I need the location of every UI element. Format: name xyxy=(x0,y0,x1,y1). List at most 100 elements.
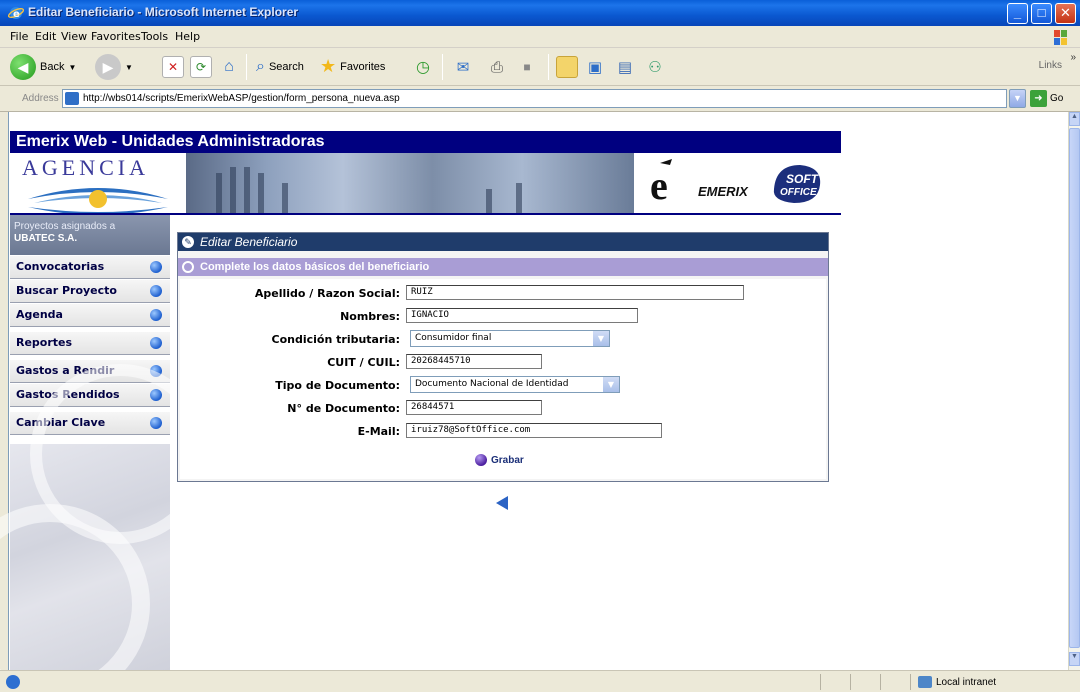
agencia-logo-text: AGENCIA xyxy=(22,155,149,180)
go-button[interactable]: ➜ Go xyxy=(1030,90,1063,107)
cuit-input[interactable]: 20268445710 xyxy=(406,354,542,369)
svg-text:e: e xyxy=(13,9,20,20)
menu-help[interactable]: Help xyxy=(175,30,200,43)
security-zone: Local intranet xyxy=(918,676,996,688)
panel-title: Editar Beneficiario xyxy=(200,235,298,249)
building-photo xyxy=(186,153,634,213)
svg-text:OFFICE: OFFICE xyxy=(780,187,817,198)
chevron-circle-icon xyxy=(150,261,162,273)
folder-icon[interactable] xyxy=(556,56,578,78)
chevron-right-icon[interactable]: » xyxy=(1070,52,1076,63)
zone-label: Local intranet xyxy=(936,676,997,688)
chevron-down-icon[interactable]: ▼ xyxy=(593,331,609,346)
email-row: E-Mail: xyxy=(180,423,400,441)
header-banner: AGENCIA e EMERIX SOFT OFFICE xyxy=(10,153,841,215)
menu-view[interactable]: View xyxy=(61,30,87,43)
project-company-label: UBATEC S.A. xyxy=(14,233,78,244)
menu-favorites[interactable]: Favorites xyxy=(91,30,141,43)
emerix-logo-icon: e xyxy=(650,159,672,208)
condicion-row: Condición tributaria: xyxy=(180,331,400,349)
beneficiary-form: Apellido / Razon Social: RUIZ Nombres: I… xyxy=(180,279,826,479)
tipo-doc-value: Documento Nacional de Identidad xyxy=(415,379,569,389)
mail-icon[interactable]: ✉ xyxy=(452,56,474,78)
address-input[interactable]: http://wbs014/scripts/EmerixWebASP/gesti… xyxy=(62,89,1007,108)
browser-window: e Editar Beneficiario - Microsoft Intern… xyxy=(0,0,1080,692)
address-url: http://wbs014/scripts/EmerixWebASP/gesti… xyxy=(83,93,400,104)
history-icon[interactable]: ◷ xyxy=(412,56,434,78)
sidebar-project-header: Proyectos asignados a UBATEC S.A. xyxy=(10,215,170,255)
messenger-icon[interactable]: ▣ xyxy=(584,56,606,78)
tipo-doc-label: Tipo de Documento: xyxy=(275,379,400,392)
sidebar-item-label: Buscar Proyecto xyxy=(16,284,117,297)
back-label: Back xyxy=(40,61,65,73)
chevron-circle-icon xyxy=(150,337,162,349)
refresh-icon[interactable]: ⟳ xyxy=(190,56,212,78)
links-label[interactable]: Links xyxy=(1039,60,1062,71)
project-assigned-label: Proyectos asignados a xyxy=(14,221,116,232)
minimize-button[interactable]: _ xyxy=(1007,3,1028,24)
title-bar: e Editar Beneficiario - Microsoft Intern… xyxy=(0,0,1080,26)
agencia-sun-logo xyxy=(28,188,168,213)
intranet-icon xyxy=(918,676,932,688)
separator xyxy=(442,54,443,80)
svg-text:e: e xyxy=(650,163,668,208)
nombres-label: Nombres: xyxy=(340,310,400,323)
favorites-button[interactable]: ★ Favorites xyxy=(320,56,385,77)
sidebar-item-convocatorias[interactable]: Convocatorias xyxy=(10,255,170,279)
page-status-icon xyxy=(6,675,20,689)
edit-beneficiary-panel: ✎ Editar Beneficiario Complete los datos… xyxy=(177,232,829,482)
sidebar-item-buscar-proyecto[interactable]: Buscar Proyecto xyxy=(10,279,170,303)
back-button[interactable]: ◀ Back ▼ xyxy=(10,54,76,80)
sidebar-item-label: Convocatorias xyxy=(16,260,105,273)
window-title: Editar Beneficiario - Microsoft Internet… xyxy=(28,5,299,19)
edit-icon: ✎ xyxy=(182,236,194,248)
email-label: E-Mail: xyxy=(357,425,400,438)
cuit-label: CUIT / CUIL: xyxy=(327,356,400,369)
apellido-input[interactable]: RUIZ xyxy=(406,285,744,300)
stop-icon[interactable]: ✕ xyxy=(162,56,184,78)
scroll-down-icon[interactable]: ▼ xyxy=(1069,652,1080,666)
email-input[interactable]: iruiz78@SoftOffice.com xyxy=(406,423,662,438)
forward-button[interactable]: ▶ ▼ xyxy=(95,54,133,80)
search-label: Search xyxy=(268,61,304,73)
soft-office-logo: SOFT OFFICE xyxy=(773,165,821,203)
scroll-up-icon[interactable]: ▲ xyxy=(1069,112,1080,126)
home-icon[interactable]: ⌂ xyxy=(218,56,240,78)
search-button[interactable]: ⌕ Search xyxy=(256,58,304,76)
users-icon[interactable]: ⚇ xyxy=(644,56,666,78)
print-icon[interactable]: ⎙ xyxy=(486,56,508,78)
chevron-down-icon[interactable]: ▼ xyxy=(603,377,619,392)
menu-file[interactable]: File xyxy=(10,30,28,43)
condicion-select[interactable]: Consumidor final ▼ xyxy=(410,330,610,347)
forward-arrow-icon: ▶ xyxy=(95,54,121,80)
research-icon[interactable]: ▤ xyxy=(614,56,636,78)
close-button[interactable]: ✕ xyxy=(1055,3,1076,24)
sidebar-item-agenda[interactable]: Agenda xyxy=(10,303,170,327)
edit-icon[interactable]: ■ xyxy=(516,56,538,78)
menu-tools[interactable]: Tools xyxy=(141,30,168,43)
condicion-label: Condición tributaria: xyxy=(271,333,400,346)
separator xyxy=(910,674,911,690)
internet-explorer-icon: e xyxy=(8,7,24,20)
save-ball-icon xyxy=(475,454,487,466)
nombres-input[interactable]: IGNACIO xyxy=(406,308,638,323)
apellido-label: Apellido / Razon Social: xyxy=(254,287,400,300)
vertical-scrollbar[interactable]: ▲ ▼ xyxy=(1068,112,1080,670)
chevron-circle-icon xyxy=(150,285,162,297)
maximize-button[interactable]: □ xyxy=(1031,3,1052,24)
save-button[interactable]: Grabar xyxy=(475,454,524,466)
panel-header: ✎ Editar Beneficiario xyxy=(178,233,828,251)
chevron-circle-icon xyxy=(150,309,162,321)
scroll-thumb[interactable] xyxy=(1069,128,1080,648)
menu-edit[interactable]: Edit xyxy=(35,30,56,43)
nro-doc-input[interactable]: 26844571 xyxy=(406,400,542,415)
tipo-doc-select[interactable]: Documento Nacional de Identidad ▼ xyxy=(410,376,620,393)
back-arrow-icon[interactable] xyxy=(496,496,508,510)
separator xyxy=(820,674,821,690)
separator xyxy=(246,54,247,80)
sidebar-decoration xyxy=(0,364,210,692)
apellido-row: Apellido / Razon Social: xyxy=(180,285,400,303)
back-arrow-icon: ◀ xyxy=(10,54,36,80)
sidebar-item-reportes[interactable]: Reportes xyxy=(10,331,170,355)
address-dropdown-button[interactable]: ▼ xyxy=(1009,89,1026,108)
